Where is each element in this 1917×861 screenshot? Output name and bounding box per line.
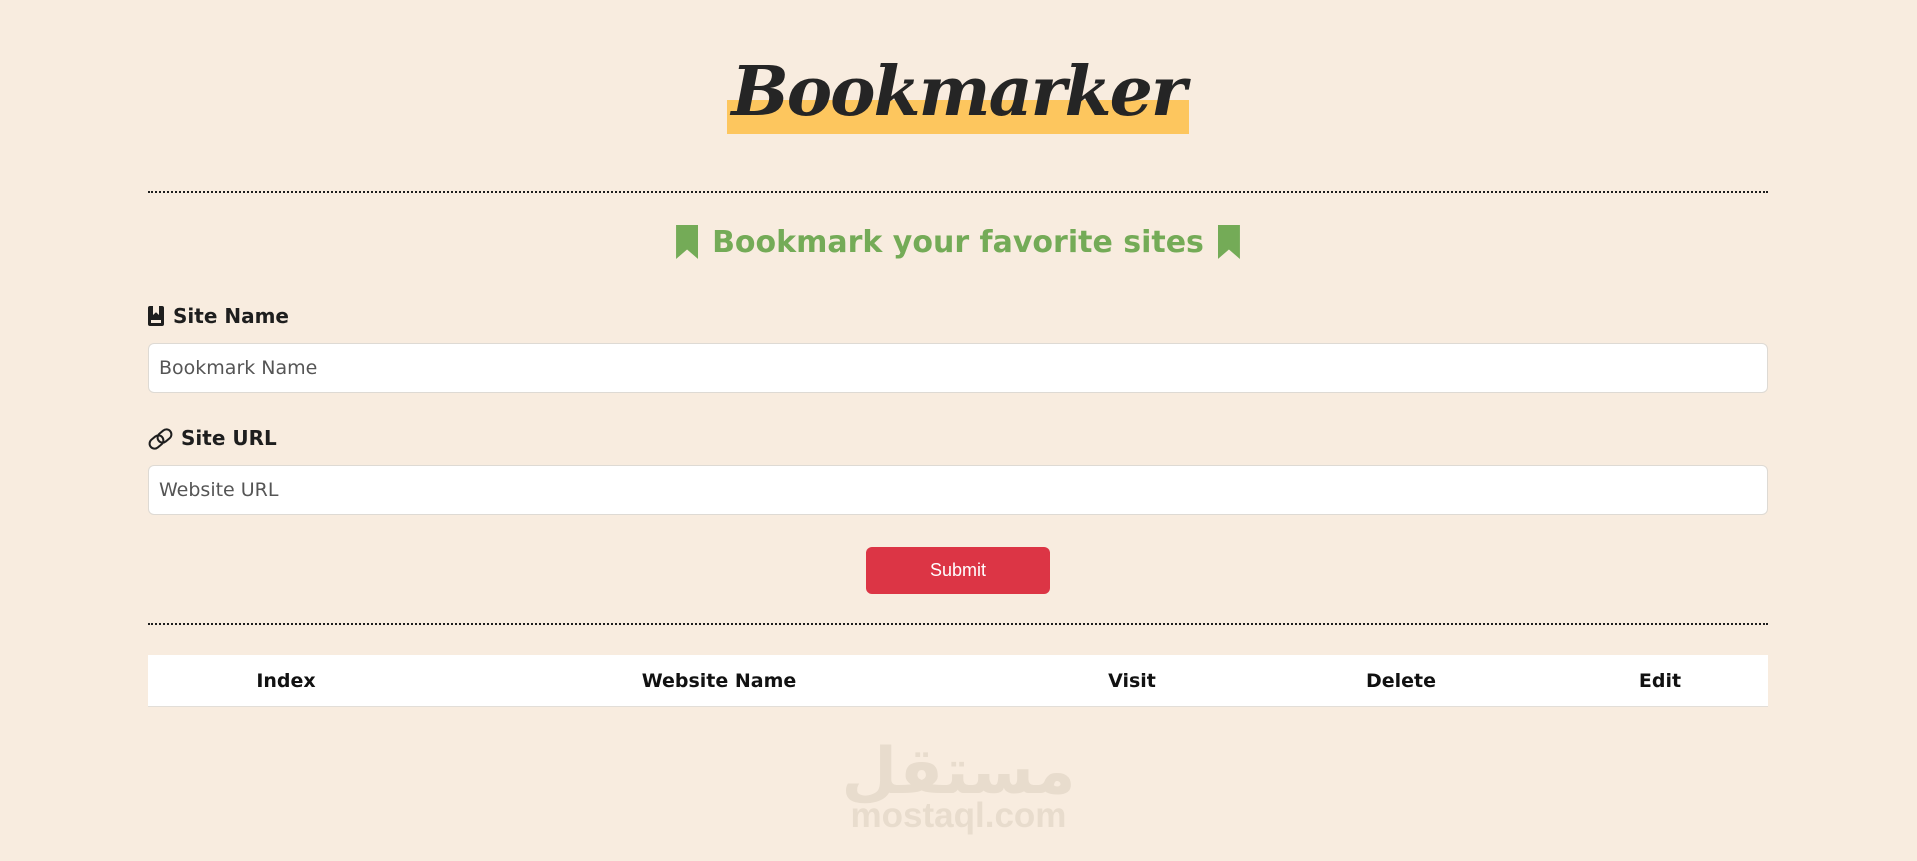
- section-heading: Bookmark your favorite sites: [148, 222, 1768, 262]
- site-url-label-text: Site URL: [181, 426, 277, 450]
- column-header-edit: Edit: [1638, 669, 1682, 692]
- watermark-logo: مستقل mostaql.com: [0, 740, 1917, 834]
- site-url-label: Site URL: [146, 425, 277, 453]
- column-header-index: Index: [256, 669, 316, 692]
- site-name-input[interactable]: [148, 343, 1768, 393]
- site-name-label: Site Name: [148, 304, 289, 328]
- submit-button[interactable]: Submit: [866, 547, 1050, 594]
- divider-top: [148, 191, 1768, 193]
- column-header-website-name: Website Name: [641, 669, 797, 692]
- divider-bottom: [148, 623, 1768, 625]
- bookmark-icon: [1217, 225, 1240, 259]
- logo-wrap: Bookmarker: [148, 52, 1768, 134]
- logo-text: Bookmarker: [731, 52, 1186, 132]
- column-header-visit: Visit: [1108, 669, 1156, 692]
- bookmarks-table-header: Index Website Name Visit Delete Edit: [148, 655, 1768, 707]
- book-bookmark-icon: [148, 306, 164, 326]
- bookmark-icon: [676, 225, 699, 259]
- site-name-label-text: Site Name: [173, 304, 289, 328]
- watermark-arabic: مستقل: [841, 735, 1076, 809]
- logo: Bookmarker: [727, 52, 1189, 134]
- link-icon: [146, 425, 175, 453]
- section-heading-text: Bookmark your favorite sites: [712, 224, 1204, 260]
- watermark-latin: mostaql.com: [850, 796, 1067, 835]
- site-url-input[interactable]: [148, 465, 1768, 515]
- column-header-delete: Delete: [1365, 669, 1437, 692]
